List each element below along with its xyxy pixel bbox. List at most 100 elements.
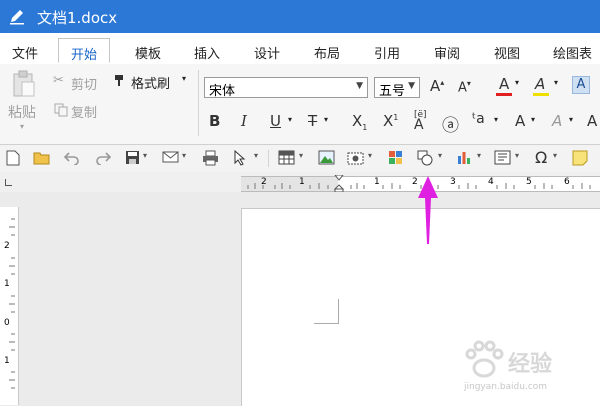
font-color-icon[interactable]: A [499, 75, 509, 93]
select-cursor-icon[interactable] [234, 150, 246, 166]
tab-insert[interactable]: 插入 [194, 43, 220, 62]
copy-button[interactable]: 复制 [71, 102, 97, 121]
tab-review[interactable]: 审阅 [434, 43, 460, 62]
vertical-ruler-ticks [9, 218, 15, 389]
symbol-dropdown-icon[interactable]: ▾ [553, 151, 557, 160]
char-spacing-icon[interactable]: ᵗa [472, 111, 485, 127]
text-outline-icon[interactable]: A [552, 112, 562, 130]
save-icon[interactable] [125, 150, 140, 165]
font-color-dropdown-icon[interactable]: ▾ [515, 78, 519, 87]
tab-home[interactable]: 开始 [58, 38, 111, 63]
chevron-down-icon: ▼ [356, 81, 363, 91]
text-effects-dropdown-icon[interactable]: ▾ [531, 115, 535, 124]
text-effects-icon[interactable]: A [515, 112, 525, 130]
format-painter-icon [115, 75, 123, 86]
watermark-url: jingyan.baidu.com [464, 382, 548, 392]
screenshot-icon[interactable] [347, 150, 364, 165]
margin-corner-mark [314, 299, 339, 324]
strikethrough-dropdown-icon[interactable]: ▾ [324, 115, 328, 124]
text-outline-dropdown-icon[interactable]: ▾ [569, 115, 573, 124]
char-shading-icon[interactable]: A [572, 76, 590, 94]
grow-font-icon[interactable]: A▴ [430, 77, 444, 95]
shapes-dropdown-icon[interactable]: ▾ [438, 151, 442, 160]
font-size-value: 五号 [379, 84, 406, 99]
pen-icon [10, 10, 24, 25]
ruler-label: 1 [4, 356, 10, 366]
highlight-color-bar [533, 93, 549, 96]
clear-format-icon[interactable]: A [587, 112, 597, 130]
copy-icon [54, 103, 68, 117]
cut-button[interactable]: 剪切 [71, 74, 97, 93]
ruler-label: 5 [526, 177, 532, 187]
tab-templates[interactable]: 模板 [135, 43, 161, 62]
email-dropdown-icon[interactable]: ▾ [182, 151, 186, 160]
shapes-icon[interactable] [417, 150, 434, 166]
underline-dropdown-icon[interactable]: ▾ [288, 115, 292, 124]
font-size-select[interactable]: 五号 ▼ [374, 77, 420, 99]
italic-icon[interactable]: I [241, 112, 247, 130]
select-dropdown-icon[interactable]: ▾ [254, 151, 258, 160]
open-folder-icon[interactable] [33, 150, 51, 165]
tab-design[interactable]: 设计 [254, 43, 280, 62]
vertical-ruler[interactable]: 2 1 0 1 [0, 207, 19, 405]
tab-stop-selector-icon[interactable] [5, 179, 12, 186]
chevron-down-icon: ▼ [408, 81, 415, 91]
paste-dropdown-icon[interactable]: ▾ [20, 122, 24, 131]
baidu-watermark: 经验 jingyan.baidu.com [462, 340, 552, 392]
scissors-icon: ✂ [53, 73, 64, 88]
new-document-icon[interactable] [6, 150, 20, 166]
font-name-select[interactable]: 宋体 ▼ [204, 77, 368, 99]
tab-references[interactable]: 引用 [374, 43, 400, 62]
table-dropdown-icon[interactable]: ▾ [299, 151, 303, 160]
highlight-icon[interactable]: A [535, 75, 545, 93]
paste-button[interactable]: 粘贴 ▾ [6, 70, 42, 136]
table-icon[interactable] [278, 150, 295, 165]
smartart-icon[interactable] [388, 150, 403, 165]
email-icon[interactable] [162, 150, 179, 164]
ruler-label: 2 [412, 177, 418, 187]
symbol-omega-icon[interactable]: Ω [535, 148, 547, 167]
phonetic-guide-icon[interactable]: [ë] A [414, 110, 427, 132]
tab-view[interactable]: 视图 [494, 43, 520, 62]
separator [198, 70, 199, 136]
tab-layout[interactable]: 布局 [314, 43, 340, 62]
screenshot-dropdown-icon[interactable]: ▾ [368, 151, 372, 160]
print-icon[interactable] [202, 150, 219, 166]
text-box-icon[interactable] [494, 150, 511, 165]
subscript-icon[interactable]: X1 [352, 112, 367, 132]
ruler-label: 2 [4, 241, 10, 251]
annotation-arrow [418, 176, 438, 244]
char-spacing-dropdown-icon[interactable]: ▾ [494, 115, 498, 124]
redo-icon[interactable] [95, 150, 111, 165]
tab-drawing-table[interactable]: 绘图表 [553, 43, 592, 62]
quick-access-toolbar: ▾ ▾ ▾ ▾ ▾ ▾ ▾ ▾ Ω ▾ [0, 145, 600, 173]
enclose-char-icon[interactable]: ⓐ [442, 111, 459, 136]
shrink-font-icon[interactable]: A▾ [458, 79, 471, 95]
picture-icon[interactable] [318, 150, 335, 165]
sticky-note-icon[interactable] [572, 150, 588, 166]
bold-icon[interactable]: B [209, 112, 220, 130]
ruler-label: 0 [4, 318, 10, 328]
chart-icon[interactable] [456, 150, 472, 165]
text-box-dropdown-icon[interactable]: ▾ [515, 151, 519, 160]
undo-icon[interactable] [64, 150, 80, 165]
strikethrough-icon[interactable]: T [308, 112, 317, 130]
format-painter-dropdown-icon[interactable]: ▾ [182, 74, 186, 83]
clipboard-icon [13, 70, 35, 97]
font-color-bar [496, 93, 512, 96]
title-bar: 文档1.docx [0, 0, 600, 33]
format-painter-button[interactable]: 格式刷 [131, 73, 170, 92]
underline-icon[interactable]: U [270, 112, 281, 130]
paw-logo-icon [465, 340, 504, 378]
document-title: 文档1.docx [37, 9, 118, 27]
chart-dropdown-icon[interactable]: ▾ [477, 151, 481, 160]
home-ribbon: 粘贴 ▾ ✂ 剪切 复制 格式刷 ▾ 宋体 ▼ 五号 ▼ A▴ A▾ A ▾ A… [0, 64, 600, 145]
ruler-label: 1 [374, 177, 380, 187]
save-dropdown-icon[interactable]: ▾ [143, 151, 147, 160]
tab-file[interactable]: 文件 [12, 43, 38, 62]
separator [268, 150, 269, 167]
superscript-icon[interactable]: X1 [383, 112, 398, 130]
highlight-dropdown-icon[interactable]: ▾ [554, 78, 558, 87]
ruler-label: 2 [261, 177, 267, 187]
indent-marker-icon[interactable] [334, 175, 344, 192]
